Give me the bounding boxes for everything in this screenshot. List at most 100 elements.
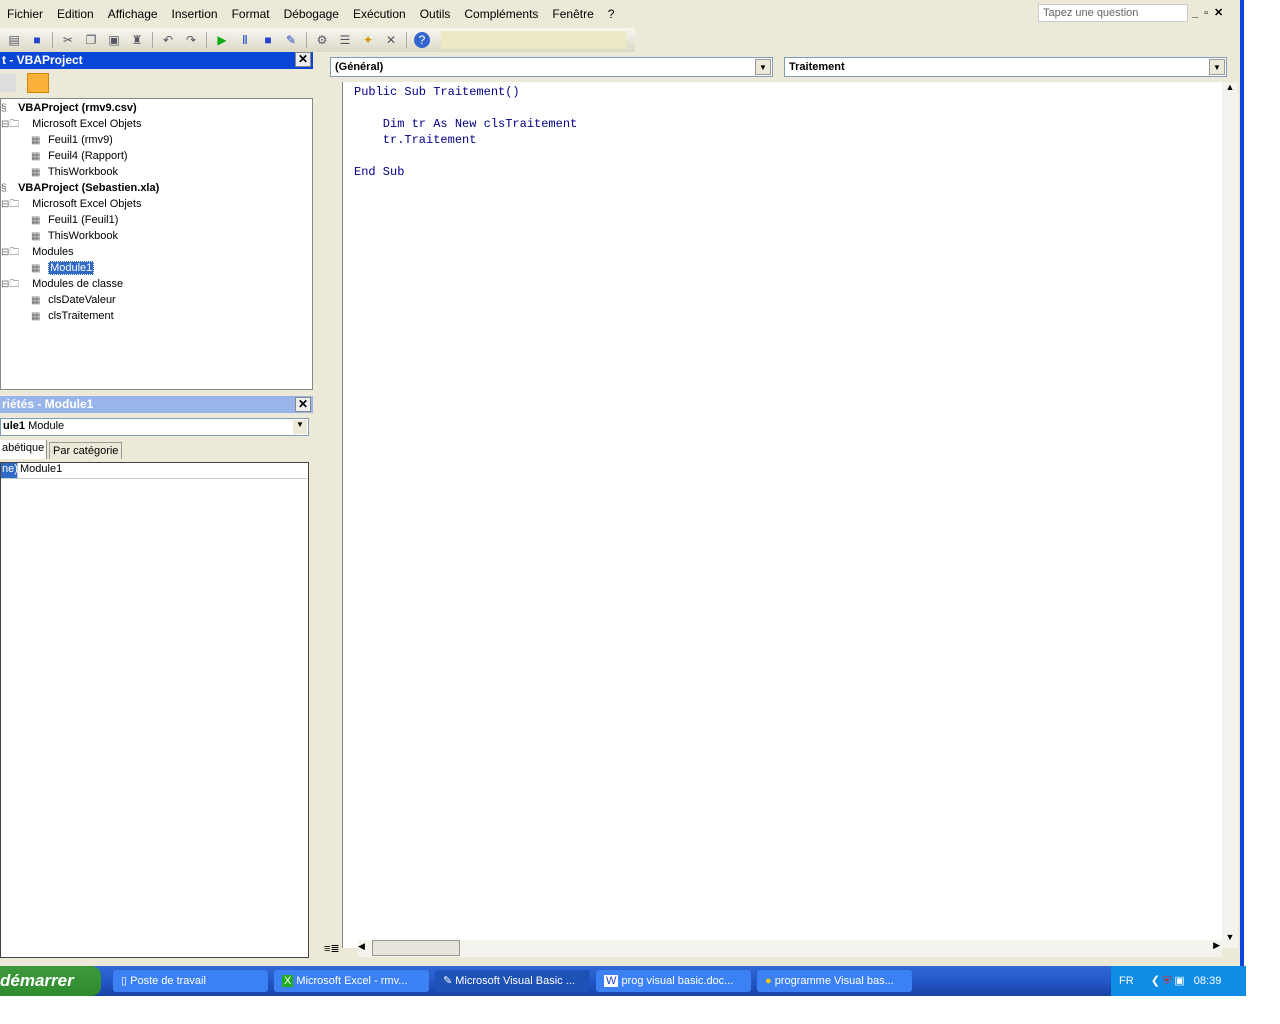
paste-icon[interactable]: ▣ <box>106 32 122 48</box>
tree-node[interactable]: § VBAProject (rmv9.csv) <box>1 100 137 116</box>
tab-par-categorie[interactable]: Par catégorie <box>49 442 123 459</box>
pause-icon[interactable]: Ⅱ <box>237 32 253 48</box>
tree-node[interactable]: § VBAProject (Sebastien.xla) <box>1 180 159 196</box>
undo-icon[interactable]: ↶ <box>160 32 176 48</box>
toolbox-icon[interactable]: ✕ <box>383 32 399 48</box>
folder-icon: ⊟🗀 <box>1 199 20 210</box>
tree-node[interactable]: ⊟🗀 Microsoft Excel Objets <box>1 116 141 132</box>
tree-node[interactable]: ⊟🗀 Modules de classe <box>1 276 123 292</box>
tree-node-label: VBAProject (Sebastien.xla) <box>18 182 160 194</box>
menu-insertion[interactable]: Insertion <box>172 7 218 21</box>
menu-outils[interactable]: Outils <box>420 7 451 21</box>
run-icon[interactable]: ▶ <box>214 32 230 48</box>
chrome-icon: ● <box>765 975 772 987</box>
code-line[interactable] <box>343 100 1222 116</box>
task-poste-de-travail[interactable]: ▯ Poste de travail <box>113 970 268 992</box>
close-properties-icon[interactable]: ✕ <box>295 397 311 412</box>
start-button[interactable]: démarrer <box>0 966 101 996</box>
code-line[interactable]: Public Sub Traitement() <box>343 84 1222 100</box>
task-chrome[interactable]: ● programme Visual bas... <box>757 970 912 992</box>
code-window: (Général) ▼ Traitement ▼ Public Sub Traite… <box>320 54 1240 962</box>
tree-node[interactable]: ▦ clsDateValeur <box>31 292 116 308</box>
redo-icon[interactable]: ↷ <box>183 32 199 48</box>
tree-node[interactable]: ▦ Feuil1 (rmv9) <box>31 132 113 148</box>
language-indicator[interactable]: FR <box>1119 975 1134 987</box>
margin-indicator-bar <box>320 82 342 948</box>
tree-node[interactable]: ⊟🗀 Modules <box>1 244 74 260</box>
show-hidden-icons[interactable]: ❮ <box>1151 975 1160 987</box>
system-tray: FR ❮ ⛨ ▣ 08:39 <box>1111 966 1246 996</box>
menu-affichage[interactable]: Affichage <box>108 7 158 21</box>
project-explorer-icon[interactable]: ⚙ <box>314 32 330 48</box>
horizontal-scrollbar[interactable]: ◀ ▶ <box>358 940 1222 957</box>
menu-complements[interactable]: Compléments <box>464 7 538 21</box>
tree-node[interactable]: ▦ Module1 <box>31 260 95 276</box>
task-excel[interactable]: X Microsoft Excel - rmv... <box>274 970 429 992</box>
properties-icon[interactable]: ☰ <box>337 32 353 48</box>
stop-icon[interactable]: ■ <box>260 32 276 48</box>
properties-title-text: riétés - Module1 <box>2 397 94 411</box>
view-excel-icon[interactable]: ▤ <box>6 32 22 48</box>
menu-execution[interactable]: Exécution <box>353 7 406 21</box>
tree-node[interactable]: ▦ Feuil1 (Feuil1) <box>31 212 118 228</box>
window-buttons[interactable]: _▫✕ <box>1192 6 1229 19</box>
tree-node-label: Module1 <box>48 261 95 275</box>
menu-fenetre[interactable]: Fenêtre <box>552 7 593 21</box>
object-combo-box[interactable]: (Général) ▼ <box>330 57 773 77</box>
toggle-folders-button[interactable] <box>27 73 49 93</box>
scroll-thumb[interactable] <box>372 940 460 956</box>
code-line[interactable] <box>343 148 1222 164</box>
task-vba-editor[interactable]: ✎ Microsoft Visual Basic ... <box>435 970 590 992</box>
tree-node-label: clsTraitement <box>48 310 114 322</box>
tree-node-label: Modules de classe <box>32 278 124 290</box>
code-editor[interactable]: Public Sub Traitement() Dim tr As New cl… <box>342 82 1222 948</box>
tree-node-label: Feuil1 (rmv9) <box>48 134 113 146</box>
antivirus-icon[interactable]: ⛨ <box>1163 975 1171 987</box>
tree-node-label: VBAProject (rmv9.csv) <box>18 102 137 114</box>
separator <box>52 32 53 48</box>
close-project-explorer-icon[interactable]: ✕ <box>295 52 311 67</box>
code-line[interactable]: tr.Traitement <box>343 132 1222 148</box>
network-icon[interactable]: ▣ <box>1174 975 1184 987</box>
menu-fichier[interactable]: Fichier <box>7 7 43 21</box>
chevron-down-icon[interactable]: ▼ <box>755 59 771 75</box>
menu-help[interactable]: ? <box>608 7 615 21</box>
tab-alphabetique[interactable]: abétique <box>0 440 48 459</box>
property-row[interactable]: ne) Module1 <box>1 463 308 479</box>
object-combo[interactable]: ule1 Module ▼ <box>0 418 309 436</box>
menu-format[interactable]: Format <box>232 7 270 21</box>
project-icon: § <box>1 183 7 194</box>
procedure-view-button[interactable]: ≡≣ <box>324 942 340 955</box>
cut-icon[interactable]: ✂ <box>60 32 76 48</box>
menu-debogage[interactable]: Débogage <box>284 7 339 21</box>
menu-edition[interactable]: Edition <box>57 7 94 21</box>
task-word[interactable]: W prog visual basic.doc... <box>596 970 751 992</box>
tree-node-label: ThisWorkbook <box>47 166 118 178</box>
view-code-button[interactable] <box>0 74 16 92</box>
tree-node[interactable]: ▦ ThisWorkbook <box>31 228 118 244</box>
object-browser-icon[interactable]: ✦ <box>360 32 376 48</box>
chevron-down-icon[interactable]: ▼ <box>1209 59 1225 75</box>
vertical-scrollbar[interactable]: ▲ ▼ <box>1222 82 1238 948</box>
tree-node[interactable]: ▦ Feuil4 (Rapport) <box>31 148 128 164</box>
code-line[interactable]: End Sub <box>343 164 1222 180</box>
scroll-left-icon[interactable]: ◀ <box>358 941 365 951</box>
computer-icon: ▯ <box>121 975 131 987</box>
ask-question-input[interactable]: Tapez une question <box>1038 4 1188 22</box>
copy-icon[interactable]: ❐ <box>83 32 99 48</box>
code-line[interactable]: Dim tr As New clsTraitement <box>343 116 1222 132</box>
design-mode-icon[interactable]: ✎ <box>283 32 299 48</box>
scroll-right-icon[interactable]: ▶ <box>1213 940 1220 951</box>
procedure-combo-box[interactable]: Traitement ▼ <box>784 57 1227 77</box>
project-title-text: t - VBAProject <box>2 53 83 67</box>
tree-node[interactable]: ▦ clsTraitement <box>31 308 114 324</box>
chevron-down-icon[interactable]: ▼ <box>293 420 307 434</box>
find-icon[interactable]: ♜ <box>129 32 145 48</box>
scroll-up-icon[interactable]: ▲ <box>1222 82 1238 98</box>
help-icon[interactable]: ? <box>414 32 430 48</box>
scroll-down-icon[interactable]: ▼ <box>1222 932 1238 948</box>
save-icon[interactable]: ■ <box>29 32 45 48</box>
property-value[interactable]: Module1 <box>17 463 62 478</box>
tree-node[interactable]: ▦ ThisWorkbook <box>31 164 118 180</box>
tree-node[interactable]: ⊟🗀 Microsoft Excel Objets <box>1 196 141 212</box>
